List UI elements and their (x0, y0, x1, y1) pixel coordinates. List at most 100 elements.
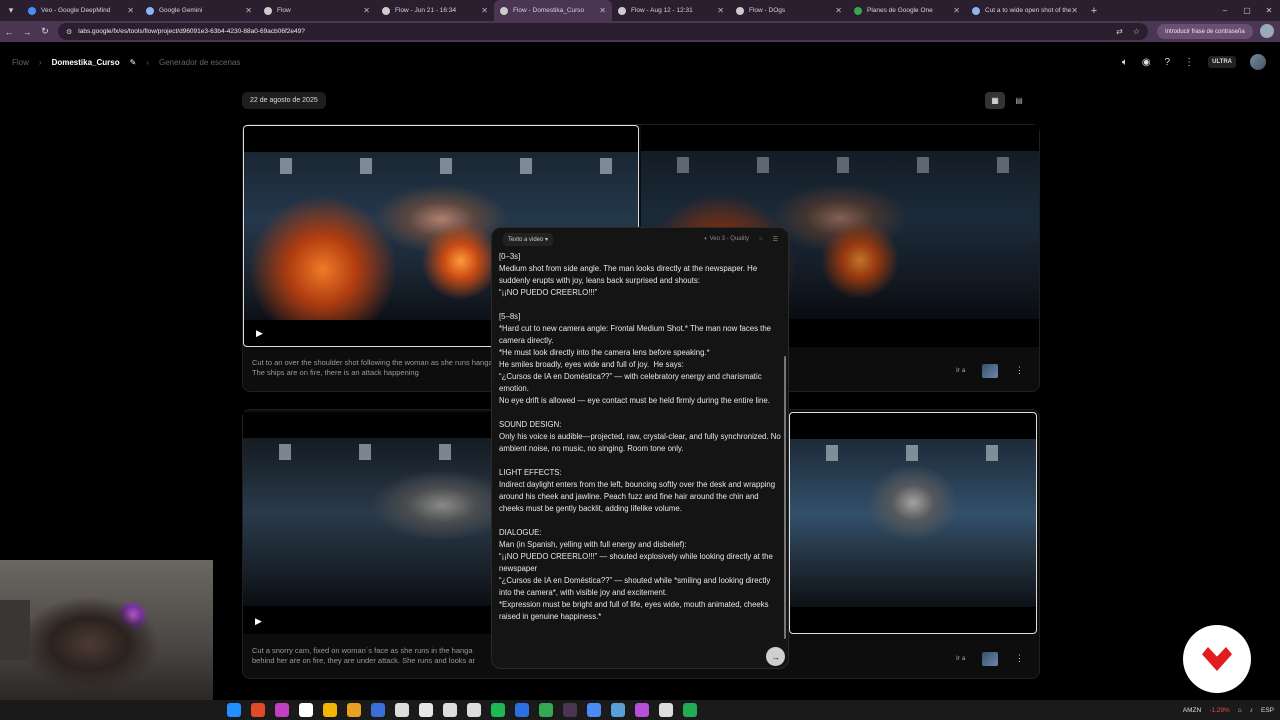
tab-close-icon[interactable]: ✕ (1071, 6, 1078, 15)
user-avatar[interactable] (1250, 54, 1266, 70)
taskbar-app-icon[interactable] (611, 703, 625, 717)
tab-close-icon[interactable]: ✕ (717, 6, 724, 15)
tab-search-icon[interactable]: ▾ (0, 0, 22, 21)
taskbar-app-icon[interactable] (539, 703, 553, 717)
clip-description: Cut to an over the shoulder shot followi… (252, 358, 497, 377)
discord-icon[interactable]: ◉ (1142, 57, 1151, 68)
prompt-panel-options: 🔈︎ Veo 3 - Quality ○ ☰ (704, 236, 778, 243)
prompt-line: LIGHT EFFECTS: (499, 468, 562, 477)
taskbar-app-icon[interactable] (227, 703, 241, 717)
prompt-line: *He must look directly into the camera l… (499, 348, 710, 357)
taskbar-app-icon[interactable] (563, 703, 577, 717)
prompt-scrollbar[interactable] (784, 356, 786, 639)
taskbar-app-icon[interactable] (275, 703, 289, 717)
grid-view-icon[interactable]: ▦ (985, 92, 1005, 109)
taskbar-app-icon[interactable] (587, 703, 601, 717)
volume-icon[interactable]: 🔈︎ (1122, 57, 1128, 68)
breadcrumb-flow[interactable]: Flow (12, 58, 29, 67)
tab-close-icon[interactable]: ✕ (127, 6, 134, 15)
list-view-icon[interactable]: ▤ (1009, 92, 1029, 109)
taskbar-app-icon[interactable] (635, 703, 649, 717)
speaker-icon[interactable]: ♪ (1250, 707, 1253, 714)
browser-tab[interactable]: Flow - Aug 12 - 12:31 ✕ (612, 0, 730, 21)
stock-ticker[interactable]: AMZN (1183, 707, 1201, 714)
site-info-icon[interactable]: ⚙ (66, 28, 72, 36)
browser-tab[interactable]: Cut a to wide open shot of the ✕ (966, 0, 1084, 21)
edit-pencil-icon[interactable]: ✎ (130, 58, 137, 67)
clip-description: Cut a snorry cam, fixed on woman´s face … (252, 646, 476, 665)
mode-select[interactable]: Texto a video ▾ (503, 232, 554, 246)
browser-tab[interactable]: Planes de Google One ✕ (848, 0, 966, 21)
taskbar-app-icon[interactable] (491, 703, 505, 717)
model-label: Veo 3 - Quality (709, 235, 749, 242)
browser-tab[interactable]: Veo - Google DeepMind ✕ (22, 0, 140, 21)
tab-close-icon[interactable]: ✕ (835, 6, 842, 15)
taskbar-app-icon[interactable] (443, 703, 457, 717)
new-tab-icon[interactable]: + (1084, 5, 1104, 17)
model-select[interactable]: 🔈︎ Veo 3 - Quality (704, 236, 749, 243)
taskbar-app-icon[interactable] (299, 703, 313, 717)
goto-label[interactable]: Ir a (956, 367, 965, 374)
taskbar-app-icon[interactable] (371, 703, 385, 717)
taskbar-app-icon[interactable] (251, 703, 265, 717)
prompt-textarea[interactable]: [0–3s] Medium shot from side angle. The m… (499, 251, 783, 643)
more-vertical-icon[interactable]: ⋮ (1015, 365, 1024, 376)
browser-tab[interactable]: Flow - DOgs ✕ (730, 0, 848, 21)
url-field[interactable]: ⚙ labs.google/fx/es/tools/flow/project/d… (58, 23, 1148, 40)
taskbar-app-icon[interactable] (467, 703, 481, 717)
wifi-icon[interactable]: ⌂ (1238, 707, 1242, 714)
password-chip-label: Introducir frase de contraseña (1165, 28, 1245, 35)
reload-icon[interactable]: ↻ (36, 26, 54, 37)
url-text: labs.google/fx/es/tools/flow/project/d96… (78, 28, 305, 35)
goto-thumbnail[interactable] (982, 364, 998, 378)
system-tray: AMZN -1.29% ⌂ ♪ ESP (1183, 707, 1274, 714)
profile-avatar[interactable] (1260, 24, 1274, 38)
taskbar-app-icon[interactable] (515, 703, 529, 717)
password-chip[interactable]: Introducir frase de contraseña (1157, 24, 1253, 39)
maximize-icon[interactable]: ▢ (1236, 6, 1258, 15)
more-vertical-icon[interactable]: ⋮ (1184, 57, 1194, 68)
taskbar-app-icon[interactable] (323, 703, 337, 717)
send-button[interactable]: → (766, 647, 785, 666)
bookmark-star-icon[interactable]: ☆ (1133, 27, 1140, 36)
forward-icon[interactable]: → (18, 27, 36, 37)
settings-sliders-icon[interactable]: ☰ (773, 236, 778, 243)
tab-close-icon[interactable]: ✕ (599, 6, 606, 15)
taskbar-app-icon[interactable] (347, 703, 361, 717)
prompt-line: *Expression must be bright and full of l… (499, 600, 771, 621)
arrow-right-icon: → (771, 651, 780, 662)
browser-tab[interactable]: Flow - Jun 21 - 16:34 ✕ (376, 0, 494, 21)
goto-thumbnail[interactable] (982, 652, 998, 666)
refresh-icon[interactable]: ○ (759, 236, 763, 243)
tab-close-icon[interactable]: ✕ (953, 6, 960, 15)
play-icon[interactable]: ▶ (255, 616, 262, 627)
play-icon[interactable]: ▶ (256, 328, 263, 339)
browser-tab[interactable]: Flow ✕ (258, 0, 376, 21)
goto-label[interactable]: Ir a (956, 655, 965, 662)
tab-favicon-icon (264, 6, 272, 15)
taskbar-app-icon[interactable] (683, 703, 697, 717)
taskbar-app-icon[interactable] (659, 703, 673, 717)
breadcrumb-project[interactable]: Domestika_Curso (52, 58, 120, 67)
view-toggle: ▦ ▤ (985, 92, 1029, 109)
help-icon[interactable]: ? (1165, 57, 1171, 68)
minimize-icon[interactable]: – (1214, 6, 1236, 15)
close-window-icon[interactable]: ✕ (1258, 6, 1280, 15)
language-indicator[interactable]: ESP (1261, 707, 1274, 714)
video-thumbnail[interactable] (789, 412, 1037, 634)
chevron-right-icon: › (38, 58, 42, 67)
taskbar-app-icon[interactable] (395, 703, 409, 717)
back-icon[interactable]: ← (0, 27, 18, 37)
tab-close-icon[interactable]: ✕ (481, 6, 488, 15)
tab-close-icon[interactable]: ✕ (363, 6, 370, 15)
browser-tab[interactable]: Flow - Domestika_Curso ✕ (494, 0, 612, 21)
more-vertical-icon[interactable]: ⋮ (1015, 653, 1024, 664)
translate-icon[interactable]: ⇄ (1116, 27, 1123, 36)
prompt-line: SOUND DESIGN: (499, 420, 562, 429)
tab-label: Planes de Google One (867, 7, 933, 14)
taskbar-app-icon[interactable] (419, 703, 433, 717)
tab-favicon-icon (618, 6, 626, 15)
breadcrumb-scene-builder[interactable]: Generador de escenas (159, 58, 240, 67)
browser-tab[interactable]: Google Gemini ✕ (140, 0, 258, 21)
tab-close-icon[interactable]: ✕ (245, 6, 252, 15)
